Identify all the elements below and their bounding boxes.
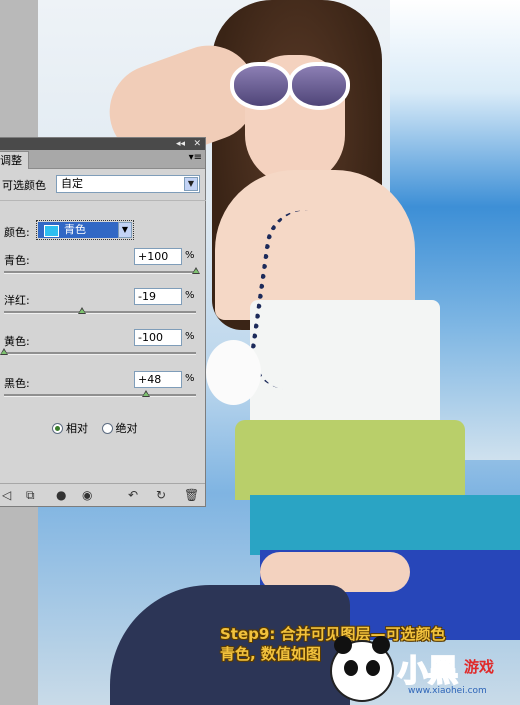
yellow-input[interactable]: -100 bbox=[134, 329, 182, 346]
cyan-unit: % bbox=[185, 250, 195, 261]
preset-row: 可选颜色 自定 ▼ bbox=[0, 174, 206, 196]
magenta-slider-track[interactable] bbox=[4, 307, 196, 314]
cyan-swatch bbox=[44, 225, 59, 237]
expand-view-icon[interactable]: ⧉ bbox=[26, 488, 35, 502]
panda-logo-icon bbox=[330, 636, 394, 702]
method-radio-group: 相对 绝对 bbox=[52, 420, 192, 436]
yellow-slider-track[interactable] bbox=[0, 348, 196, 355]
panda-eye-icon bbox=[366, 660, 380, 676]
black-slider-thumb[interactable] bbox=[142, 390, 151, 397]
cyan-slider-thumb[interactable] bbox=[192, 267, 200, 274]
magenta-slider-thumb[interactable] bbox=[77, 307, 86, 314]
previous-state-icon[interactable]: ↶ bbox=[128, 488, 138, 502]
clip-layer-icon[interactable]: ● bbox=[56, 488, 66, 502]
chevron-down-icon[interactable]: ▼ bbox=[118, 222, 132, 238]
panel-title-bar: ◂◂ ✕ bbox=[0, 138, 205, 150]
cyan-slider-track[interactable] bbox=[4, 267, 200, 274]
collapse-panel-icon[interactable]: ◂◂ bbox=[176, 138, 185, 150]
dress-lime-band bbox=[235, 420, 465, 500]
back-arrow-icon[interactable]: ◁ bbox=[2, 488, 11, 502]
black-input[interactable]: +48 bbox=[134, 371, 182, 388]
black-unit: % bbox=[185, 373, 195, 384]
yellow-slider-thumb[interactable] bbox=[0, 348, 8, 355]
preset-label: 可选颜色 bbox=[2, 179, 46, 192]
trash-icon[interactable]: 🗑 bbox=[184, 488, 199, 502]
preset-dropdown[interactable]: 自定 ▼ bbox=[56, 175, 200, 193]
white-flower bbox=[206, 340, 261, 405]
colors-selected: 青色 bbox=[38, 222, 120, 238]
magenta-label: 洋红: bbox=[4, 294, 30, 307]
reset-icon[interactable]: ↻ bbox=[156, 488, 166, 502]
logo-url: www.xiaohei.com bbox=[408, 686, 487, 696]
chevron-down-icon[interactable]: ▼ bbox=[184, 177, 198, 191]
absolute-label: 绝对 bbox=[115, 422, 138, 435]
yellow-label: 黄色: bbox=[4, 335, 30, 348]
panda-ear-icon bbox=[372, 636, 390, 654]
yellow-unit: % bbox=[185, 331, 195, 342]
dress-teal-band bbox=[250, 495, 520, 555]
magenta-unit: % bbox=[185, 290, 195, 301]
colors-dropdown[interactable]: 青色 ▼ bbox=[36, 220, 134, 240]
cyan-input[interactable]: +100 bbox=[134, 248, 182, 265]
logo-subtext: 游戏 bbox=[464, 658, 495, 676]
panda-eye-icon bbox=[344, 660, 358, 676]
absolute-radio[interactable] bbox=[101, 422, 113, 434]
close-panel-icon[interactable]: ✕ bbox=[193, 138, 201, 150]
black-label: 黑色: bbox=[4, 377, 30, 390]
magenta-input[interactable]: -19 bbox=[134, 288, 182, 305]
relative-label: 相对 bbox=[66, 422, 88, 435]
panda-ear-icon bbox=[334, 636, 352, 654]
colors-label: 颜色: bbox=[4, 226, 30, 239]
black-slider-track[interactable] bbox=[4, 390, 196, 397]
cyan-label: 青色: bbox=[4, 254, 30, 267]
preset-value: 自定 bbox=[61, 177, 83, 190]
tab-adjustments[interactable]: 调整 bbox=[0, 151, 29, 169]
sunglasses-right-lens bbox=[288, 62, 350, 110]
colors-value: 青色 bbox=[64, 223, 86, 236]
divider bbox=[0, 200, 206, 201]
panel-tab-bar: 调整 ▾≡ bbox=[0, 150, 205, 169]
sunglasses-left-lens bbox=[230, 62, 292, 110]
logo-text: 小黑 bbox=[397, 653, 459, 690]
panel-menu-icon[interactable]: ▾≡ bbox=[189, 152, 202, 163]
relative-radio[interactable] bbox=[52, 422, 63, 434]
adjustments-panel: ◂◂ ✕ 调整 ▾≡ 可选颜色 自定 ▼ 颜色: 青色 ▼ 青色: +100 %… bbox=[0, 137, 206, 507]
eye-icon[interactable]: ◉ bbox=[82, 488, 92, 502]
panel-footer: ◁ ⧉ ● ◉ ↶ ↻ 🗑 bbox=[0, 483, 205, 506]
